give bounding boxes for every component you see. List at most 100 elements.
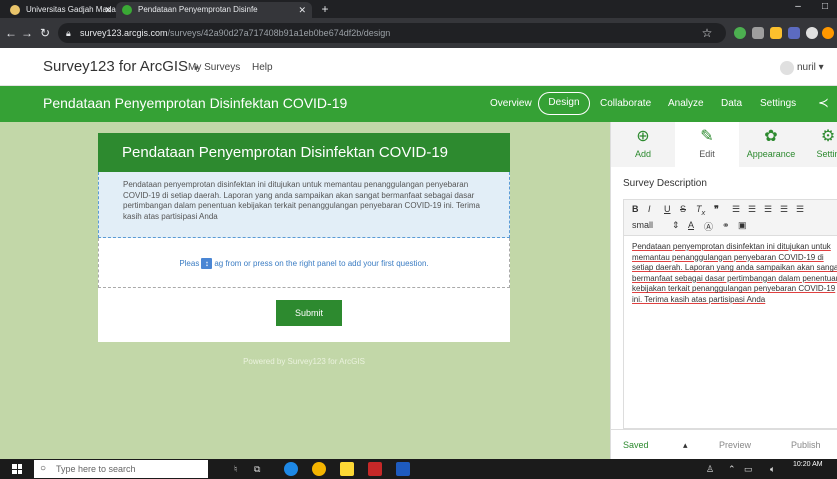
chevron-up-icon[interactable]: ▴ bbox=[683, 440, 688, 451]
edge-icon[interactable] bbox=[284, 462, 298, 476]
back-arrow-icon[interactable]: ← bbox=[4, 26, 18, 40]
hint-text: ag from or press on the right panel to a… bbox=[214, 259, 429, 268]
extension-icon[interactable] bbox=[770, 27, 782, 39]
underline-button[interactable]: U bbox=[664, 204, 671, 214]
forward-arrow-icon[interactable]: → bbox=[20, 26, 34, 40]
file-explorer-icon[interactable] bbox=[340, 462, 354, 476]
taskbar-search-input[interactable]: ○ Type here to search bbox=[34, 460, 208, 478]
volume-icon[interactable]: 🔈︎ bbox=[770, 464, 775, 475]
tab-edit[interactable]: ✎ Edit bbox=[675, 122, 739, 167]
address-bar[interactable]: 🔒︎ survey123.arcgis.com/surveys/42a90d27… bbox=[58, 23, 726, 43]
extension-icon[interactable] bbox=[806, 27, 818, 39]
clock-time: 10:20 AM bbox=[793, 461, 823, 468]
form-description[interactable]: Pendataan penyemprotan disinfektan ini d… bbox=[98, 172, 510, 238]
drag-icon: ↕ bbox=[201, 258, 213, 270]
task-view-icon[interactable]: ⧉ bbox=[254, 464, 260, 475]
description-text[interactable]: Pendataan penyemprotan disinfektan ini d… bbox=[632, 242, 837, 306]
tab-settings[interactable]: Settings bbox=[760, 98, 796, 109]
font-size-select[interactable]: small bbox=[632, 220, 653, 230]
preview-button[interactable]: Preview bbox=[719, 440, 751, 450]
tab-design[interactable]: Design bbox=[538, 92, 590, 115]
network-icon[interactable]: ▭ bbox=[744, 464, 753, 475]
help-link[interactable]: Help bbox=[252, 62, 273, 73]
browser-tab-survey[interactable]: Pendataan Penyemprotan Disinfe ✕ bbox=[116, 2, 312, 18]
microphone-icon[interactable]: ♮ bbox=[234, 464, 237, 475]
publish-button[interactable]: Publish bbox=[791, 440, 821, 450]
tab-label: Settin bbox=[816, 149, 837, 159]
share-icon[interactable]: ≺ bbox=[818, 95, 829, 111]
tab-appearance[interactable]: ✿ Appearance bbox=[739, 122, 803, 167]
strikethrough-button[interactable]: S bbox=[680, 204, 686, 214]
rich-text-editor[interactable]: B I U S Tx ❞ ☰ ☰ ☰ ☰ ☰ small ⇕ A Ⓐ ⚭ ▣ P… bbox=[623, 199, 837, 429]
palette-icon: ✿ bbox=[764, 128, 778, 145]
add-question-dropzone[interactable]: Pleas ↕ ag from or press on the right pane… bbox=[98, 238, 510, 288]
minimize-window-button[interactable]: – bbox=[788, 1, 808, 12]
close-tab-icon[interactable]: ✕ bbox=[104, 2, 112, 18]
survey-title: Pendataan Penyemprotan Disinfektan COVID… bbox=[43, 95, 348, 111]
url-path: /surveys/42a90d27a717408b91a1eb0be674df2… bbox=[167, 28, 391, 38]
link-icon[interactable]: ⚭ bbox=[722, 220, 730, 231]
tab-collaborate[interactable]: Collaborate bbox=[600, 98, 651, 109]
tab-data[interactable]: Data bbox=[721, 98, 742, 109]
tab-label: Appearance bbox=[746, 149, 796, 159]
windows-start-icon[interactable] bbox=[12, 464, 22, 474]
tab-label: Add bbox=[634, 149, 651, 159]
app-name[interactable]: Survey123 for ArcGIS ▾ bbox=[43, 58, 199, 75]
windows-taskbar: ○ Type here to search ♮ ⧉ ♙ ⌃ ▭ 🔈︎ 10:20… bbox=[0, 459, 837, 479]
app-header: Survey123 for ArcGIS ▾ My Surveys Help nu… bbox=[0, 48, 837, 86]
extension-icon[interactable] bbox=[788, 27, 800, 39]
properties-panel: ⊕ Add ✎ Edit ✿ Appearance ⚙ Settin Surve… bbox=[610, 122, 837, 459]
browser-tab-strip: Universitas Gadjah Mada ✕ Pendataan Peny… bbox=[0, 0, 837, 18]
italic-button[interactable]: I bbox=[648, 204, 651, 214]
browser-toolbar: ← → ↻ 🔒︎ survey123.arcgis.com/surveys/42… bbox=[0, 18, 837, 48]
bold-button[interactable]: B bbox=[632, 204, 639, 214]
chrome-icon[interactable] bbox=[312, 462, 326, 476]
font-color-icon[interactable]: A bbox=[688, 220, 694, 230]
search-placeholder: Type here to search bbox=[56, 464, 136, 474]
tab-analyze[interactable]: Analyze bbox=[668, 98, 704, 109]
survey-nav-bar: Pendataan Penyemprotan Disinfektan COVID… bbox=[0, 86, 837, 122]
people-icon[interactable]: ♙ bbox=[706, 464, 714, 475]
new-tab-button[interactable]: + bbox=[318, 3, 332, 16]
profile-icon[interactable] bbox=[822, 27, 834, 39]
reload-icon[interactable]: ↻ bbox=[38, 26, 52, 40]
close-tab-icon[interactable]: ✕ bbox=[298, 2, 306, 18]
maximize-window-button[interactable]: □ bbox=[815, 1, 835, 12]
quote-icon[interactable]: ❞ bbox=[714, 204, 719, 215]
ordered-list-icon[interactable]: ☰ bbox=[732, 204, 740, 215]
size-stepper-icon[interactable]: ⇕ bbox=[672, 220, 680, 231]
word-icon[interactable] bbox=[396, 462, 410, 476]
avatar[interactable] bbox=[780, 61, 794, 75]
outdent-icon[interactable]: ☰ bbox=[764, 204, 772, 215]
background-color-icon[interactable]: Ⓐ bbox=[704, 220, 713, 233]
tab-title: Universitas Gadjah Mada bbox=[26, 5, 116, 14]
media-player-icon[interactable] bbox=[368, 462, 382, 476]
settings-icon: ⚙ bbox=[820, 128, 836, 145]
section-title: Survey Description bbox=[623, 178, 707, 189]
indent-icon[interactable]: ☰ bbox=[780, 204, 788, 215]
my-surveys-link[interactable]: My Surveys bbox=[188, 62, 240, 73]
chevron-up-icon[interactable]: ⌃ bbox=[728, 464, 736, 475]
pencil-icon: ✎ bbox=[700, 128, 714, 145]
form-footer: Submit bbox=[98, 288, 510, 342]
user-menu[interactable]: nuril ▾ bbox=[797, 62, 824, 73]
bookmark-star-icon[interactable]: ☆ bbox=[700, 26, 714, 40]
tab-overview[interactable]: Overview bbox=[490, 98, 532, 109]
form-header[interactable]: Pendataan Penyemprotan Disinfektan COVID… bbox=[98, 133, 510, 172]
align-icon[interactable]: ☰ bbox=[796, 204, 804, 215]
ugm-favicon-icon bbox=[10, 5, 20, 15]
url-host: survey123.arcgis.com bbox=[80, 28, 168, 38]
tab-add[interactable]: ⊕ Add bbox=[611, 122, 675, 167]
extension-icon[interactable] bbox=[734, 27, 746, 39]
submit-button[interactable]: Submit bbox=[276, 300, 342, 326]
clear-format-button[interactable]: Tx bbox=[696, 204, 705, 217]
bullet-list-icon[interactable]: ☰ bbox=[748, 204, 756, 215]
saved-status: Saved bbox=[623, 440, 649, 450]
plus-circle-icon: ⊕ bbox=[636, 128, 650, 145]
lock-icon: 🔒︎ bbox=[66, 28, 71, 38]
taskbar-clock[interactable]: 10:20 AM bbox=[793, 461, 823, 469]
tab-settings-panel[interactable]: ⚙ Settin bbox=[803, 122, 837, 167]
extension-icon[interactable] bbox=[752, 27, 764, 39]
panel-footer: Saved ▴ Preview Publish bbox=[611, 429, 837, 459]
image-icon[interactable]: ▣ bbox=[738, 220, 747, 231]
